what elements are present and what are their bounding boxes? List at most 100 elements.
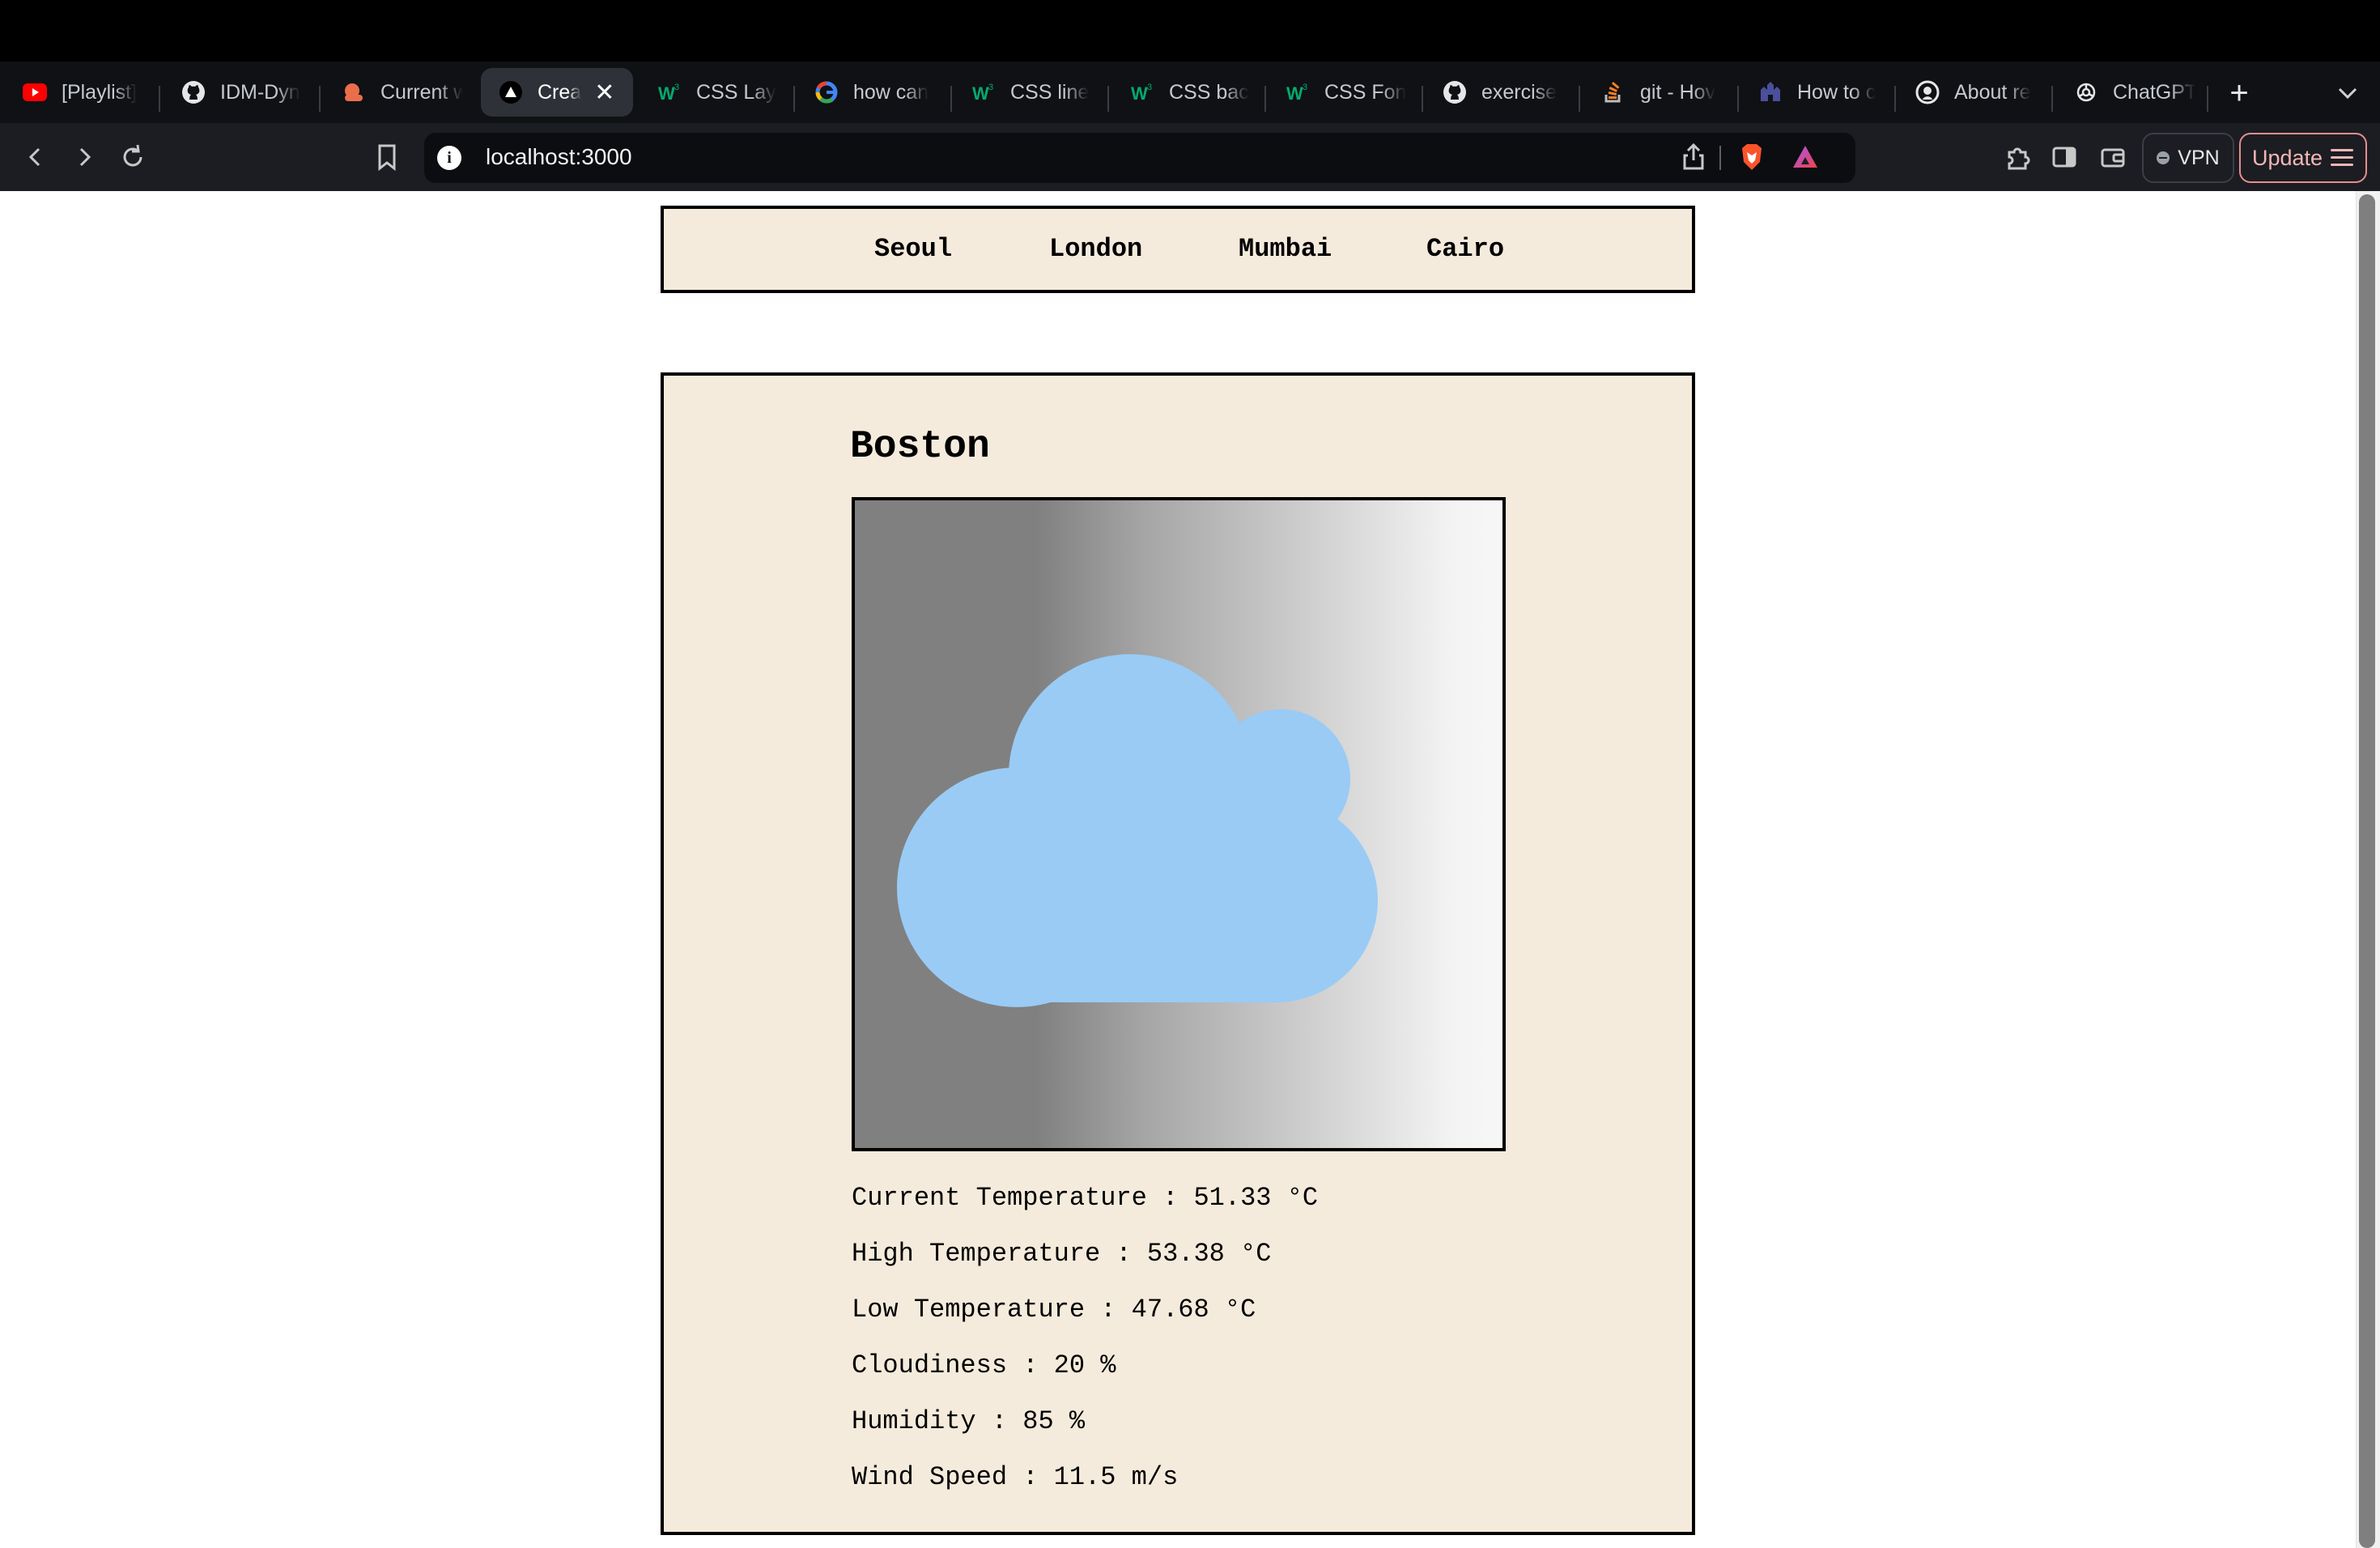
tab-current-weather[interactable]: Current w: [342, 68, 463, 117]
share-icon[interactable]: [1679, 141, 1708, 173]
github-circle-icon: [1915, 80, 1940, 104]
tab-divider: [2051, 86, 2053, 112]
tab-idm-dyn[interactable]: IDM-Dyn: [181, 68, 303, 117]
tab-divider: [1107, 86, 1109, 112]
tab-title: CSS line: [1010, 80, 1090, 104]
openai-icon: [2074, 80, 2098, 104]
tab-divider: [1579, 86, 1580, 112]
current-temperature: Current Temperature : 51.33 °C: [852, 1183, 1319, 1213]
tab-divider: [159, 86, 160, 112]
w3schools-icon: W3: [657, 80, 682, 104]
w3schools-icon: W3: [1286, 80, 1310, 104]
system-top-bar: [0, 0, 2380, 62]
city-nav: Seoul London Mumbai Cairo: [661, 206, 1695, 293]
tab-title: About re: [1954, 80, 2031, 104]
forward-icon[interactable]: [68, 141, 100, 173]
low-temperature: Low Temperature : 47.68 °C: [852, 1295, 1256, 1325]
tab-title: How to c: [1797, 80, 1876, 104]
tab-strip: [Playlist] IDM-Dyn Current w Crea ✕ W3 C…: [0, 62, 2380, 123]
city-link-cairo[interactable]: Cairo: [1426, 233, 1504, 266]
city-link-seoul[interactable]: Seoul: [874, 233, 952, 266]
menu-icon: [2331, 149, 2354, 167]
tab-how-to[interactable]: How to c: [1758, 68, 1880, 117]
tab-title: Current w: [380, 80, 463, 104]
scrollbar-thumb[interactable]: [2359, 194, 2375, 1548]
svg-text:W: W: [1131, 83, 1148, 104]
tab-css-background[interactable]: W3 CSS bac: [1130, 68, 1252, 117]
city-title: Boston: [850, 425, 990, 469]
tab-title: exercise: [1481, 80, 1558, 104]
brave-rewards-icon[interactable]: [1789, 141, 1821, 173]
brave-shields-icon[interactable]: [1736, 141, 1768, 173]
close-tab-icon[interactable]: ✕: [594, 79, 614, 107]
tab-divider: [2207, 86, 2208, 112]
wind-speed: Wind Speed : 11.5 m/s: [852, 1462, 1179, 1492]
cloud-icon: [897, 654, 1378, 1007]
humidity: Humidity : 85 %: [852, 1406, 1086, 1436]
cloudiness: Cloudiness : 20 %: [852, 1350, 1116, 1380]
new-tab-icon[interactable]: +: [2223, 77, 2255, 109]
tab-title: CSS bac: [1169, 80, 1249, 104]
vpn-button[interactable]: VPN: [2142, 133, 2234, 183]
tab-divider: [1894, 86, 1896, 112]
tab-divider: [1737, 86, 1739, 112]
reload-icon[interactable]: [117, 141, 149, 173]
address-bar[interactable]: [424, 133, 1855, 183]
svg-text:W: W: [972, 83, 989, 104]
tab-css-fonts[interactable]: W3 CSS Fon: [1286, 68, 1407, 117]
address-bar-divider: [1719, 146, 1721, 170]
chevron-down-icon[interactable]: [2331, 79, 2364, 108]
site-info-icon[interactable]: i: [437, 146, 461, 170]
weather-site-icon: [342, 80, 366, 104]
stackoverflow-icon: [1601, 80, 1626, 104]
svg-text:W: W: [1286, 83, 1303, 104]
tab-divider: [950, 86, 952, 112]
github-icon: [1443, 80, 1467, 104]
tab-title: ChatGPT: [2113, 80, 2195, 104]
vpn-status-icon: [2157, 151, 2170, 164]
tab-css-layout[interactable]: W3 CSS Lay: [657, 68, 779, 117]
svg-text:3: 3: [988, 83, 993, 92]
tab-exercise[interactable]: exercise: [1443, 68, 1564, 117]
city-link-london[interactable]: London: [1049, 233, 1142, 266]
vpn-label: VPN: [2178, 146, 2220, 169]
tab-css-line[interactable]: W3 CSS line: [971, 68, 1093, 117]
tab-title: Crea: [538, 80, 582, 104]
tab-title: how can: [853, 80, 929, 104]
youtube-icon: [23, 80, 47, 104]
tab-create-next-app[interactable]: Crea ✕: [481, 68, 633, 117]
wallet-icon[interactable]: [2098, 142, 2127, 172]
w3schools-icon: W3: [1130, 80, 1154, 104]
bookmark-icon[interactable]: [372, 141, 402, 173]
tab-divider: [1422, 86, 1423, 112]
vercel-icon: [499, 80, 523, 104]
svg-text:3: 3: [674, 83, 679, 92]
castle-icon: [1758, 80, 1783, 104]
w3schools-icon: W3: [971, 80, 996, 104]
tab-chatgpt[interactable]: ChatGPT: [2074, 68, 2195, 117]
tab-google-search[interactable]: how can: [814, 68, 936, 117]
update-button[interactable]: Update: [2239, 133, 2367, 183]
high-temperature: High Temperature : 53.38 °C: [852, 1239, 1272, 1269]
tab-about-re[interactable]: About re: [1915, 68, 2037, 117]
url-text[interactable]: localhost:3000: [486, 141, 632, 173]
svg-text:3: 3: [1147, 83, 1152, 92]
tab-playlist[interactable]: [Playlist]: [23, 68, 144, 117]
weather-condition-image: [852, 497, 1506, 1151]
extensions-icon[interactable]: [2001, 141, 2034, 173]
tab-divider: [319, 86, 321, 112]
back-icon[interactable]: [19, 141, 52, 173]
tab-git-how[interactable]: git - Hov: [1601, 68, 1723, 117]
github-icon: [181, 80, 206, 104]
tab-title: IDM-Dyn: [220, 80, 300, 104]
svg-text:W: W: [658, 83, 675, 104]
sidebar-toggle-icon[interactable]: [2050, 142, 2079, 172]
tab-divider: [793, 86, 795, 112]
weather-card: Boston Current Temperature : 51.33 °C Hi…: [661, 372, 1695, 1535]
google-icon: [814, 80, 839, 104]
page-viewport: Seoul London Mumbai Cairo Boston Current…: [0, 191, 2356, 1548]
tab-title: git - Hov: [1640, 80, 1716, 104]
tab-title: CSS Fon: [1324, 80, 1407, 104]
svg-text:3: 3: [1303, 83, 1307, 92]
city-link-mumbai[interactable]: Mumbai: [1239, 233, 1332, 266]
